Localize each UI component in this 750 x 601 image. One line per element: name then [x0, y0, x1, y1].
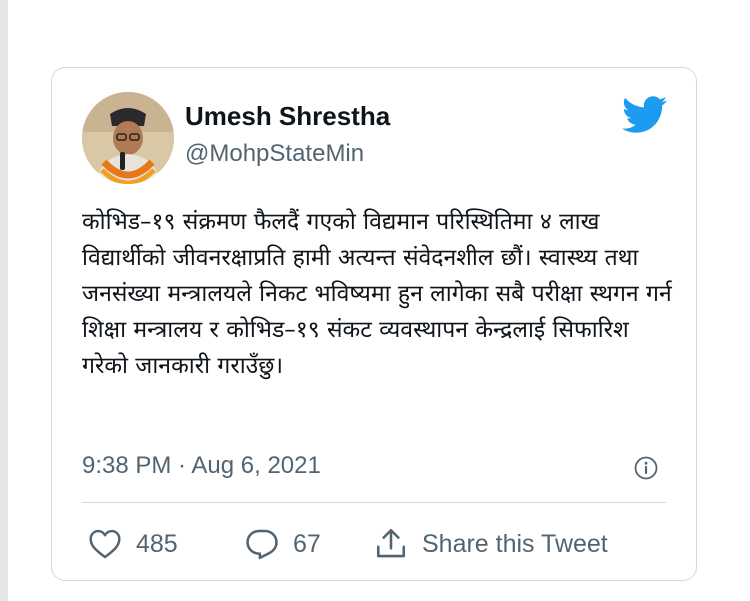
reply-count: 67 — [293, 529, 321, 558]
reply-bubble-icon — [245, 528, 279, 560]
tweet-text: कोभिड–१९ संक्रमण फैलदैं गएको विद्यमान पर… — [82, 209, 672, 379]
author-handle[interactable]: @MohpStateMin — [185, 140, 364, 168]
tweet-timestamp[interactable]: 9:38 PM · Aug 6, 2021 — [82, 452, 321, 480]
tweet-card: Umesh Shrestha @MohpStateMin कोभिड–१९ सं… — [51, 67, 697, 581]
reply-button[interactable]: 67 — [245, 526, 321, 562]
share-tweet-button[interactable]: Share this Tweet — [374, 526, 608, 562]
share-label: Share this Tweet — [422, 529, 608, 558]
share-upload-icon — [374, 527, 408, 561]
like-count: 485 — [136, 529, 178, 558]
avatar-image — [82, 92, 174, 184]
info-icon[interactable] — [634, 456, 658, 480]
heart-icon — [88, 529, 122, 559]
divider — [82, 502, 666, 503]
twitter-bird-icon[interactable] — [622, 96, 668, 134]
author-display-name[interactable]: Umesh Shrestha — [185, 101, 390, 132]
avatar[interactable] — [82, 92, 174, 184]
like-button[interactable]: 485 — [88, 526, 178, 562]
page-edge-strip — [0, 0, 8, 601]
